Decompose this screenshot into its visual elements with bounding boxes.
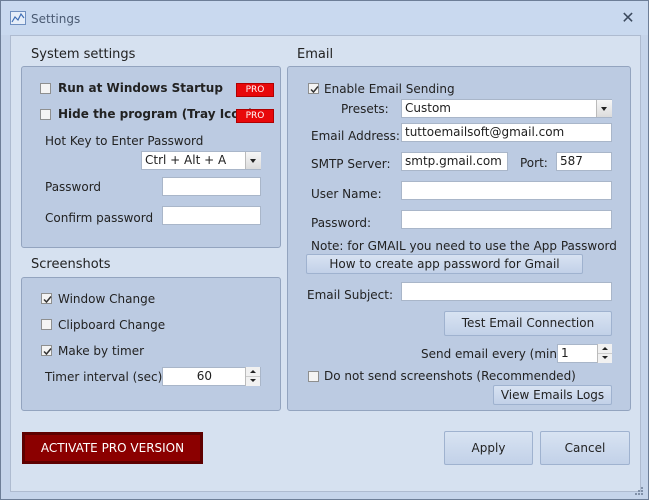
no-screenshots-checkbox[interactable] (308, 371, 319, 382)
view-email-logs-button[interactable]: View Emails Logs (493, 385, 612, 405)
cancel-button[interactable]: Cancel (540, 431, 630, 465)
enable-email-label: Enable Email Sending (324, 82, 455, 96)
spin-down-icon[interactable] (598, 353, 612, 362)
confirm-password-field[interactable] (162, 206, 261, 225)
password-field[interactable] (162, 177, 261, 196)
run-at-startup-checkbox[interactable] (40, 83, 51, 94)
gmail-note: Note: for GMAIL you need to use the App … (311, 239, 617, 253)
confirm-password-label: Confirm password (45, 211, 154, 225)
clipboard-change-label: Clipboard Change (58, 318, 166, 332)
username-label: User Name: (311, 187, 382, 201)
username-field[interactable] (401, 181, 612, 200)
system-settings-heading: System settings (31, 47, 136, 62)
presets-combo[interactable]: Custom (401, 99, 612, 118)
email-password-label: Password: (311, 216, 372, 230)
email-password-field[interactable] (401, 210, 612, 229)
email-subject-label: Email Subject: (307, 288, 394, 302)
chevron-down-icon[interactable] (245, 152, 261, 169)
presets-label: Presets: (341, 102, 389, 116)
title-bar: Settings ✕ (1, 1, 648, 35)
check-icon (43, 296, 52, 304)
presets-value: Custom (405, 101, 451, 115)
resize-grip-icon[interactable] (634, 486, 644, 496)
smtp-server-field[interactable]: smtp.gmail.com (401, 152, 508, 171)
hotkey-combo[interactable]: Ctrl + Alt + A (141, 151, 261, 170)
hotkey-label: Hot Key to Enter Password (45, 134, 204, 148)
window-change-label: Window Change (58, 292, 156, 306)
pro-badge: PRO (236, 109, 274, 123)
chevron-down-icon[interactable] (596, 100, 612, 117)
close-icon[interactable]: ✕ (618, 9, 638, 27)
pro-badge: PRO (236, 83, 274, 97)
hide-program-label: Hide the program (Tray Icon) (58, 107, 254, 121)
email-address-label: Email Address: (311, 129, 400, 143)
window-title: Settings (31, 12, 81, 26)
activate-pro-button[interactable]: ACTIVATE PRO VERSION (22, 432, 203, 464)
screenshots-heading: Screenshots (31, 257, 111, 272)
port-label: Port: (520, 156, 548, 170)
settings-window: Settings ✕ System settings Run at Window… (0, 0, 649, 500)
send-every-spinner[interactable] (597, 344, 612, 363)
check-icon (43, 348, 52, 356)
send-every-label: Send email every (min) (421, 347, 562, 361)
port-field[interactable]: 587 (556, 152, 612, 171)
test-email-connection-button[interactable]: Test Email Connection (444, 311, 612, 336)
apply-button[interactable]: Apply (444, 431, 533, 465)
hide-program-checkbox[interactable] (40, 109, 51, 120)
smtp-server-label: SMTP Server: (311, 157, 391, 171)
make-by-timer-label: Make by timer (58, 344, 145, 358)
how-to-app-password-button[interactable]: How to create app password for Gmail (306, 254, 583, 274)
clipboard-change-checkbox[interactable] (41, 319, 52, 330)
email-heading: Email (297, 47, 334, 62)
timer-interval-label: Timer interval (sec) (45, 370, 163, 384)
enable-email-checkbox[interactable] (308, 83, 319, 94)
email-subject-field[interactable] (401, 282, 612, 301)
window-change-checkbox[interactable] (41, 293, 52, 304)
password-label: Password (45, 180, 102, 194)
check-icon (310, 86, 319, 94)
chart-icon (10, 11, 26, 25)
spin-down-icon[interactable] (246, 376, 260, 385)
no-screenshots-label: Do not send screenshots (Recommended) (324, 369, 576, 383)
timer-interval-spinner[interactable] (245, 367, 260, 386)
email-address-field[interactable]: tuttoemailsoft@gmail.com (401, 123, 612, 142)
run-at-startup-label: Run at Windows Startup (58, 81, 223, 95)
make-by-timer-checkbox[interactable] (41, 345, 52, 356)
hotkey-value: Ctrl + Alt + A (145, 153, 227, 167)
